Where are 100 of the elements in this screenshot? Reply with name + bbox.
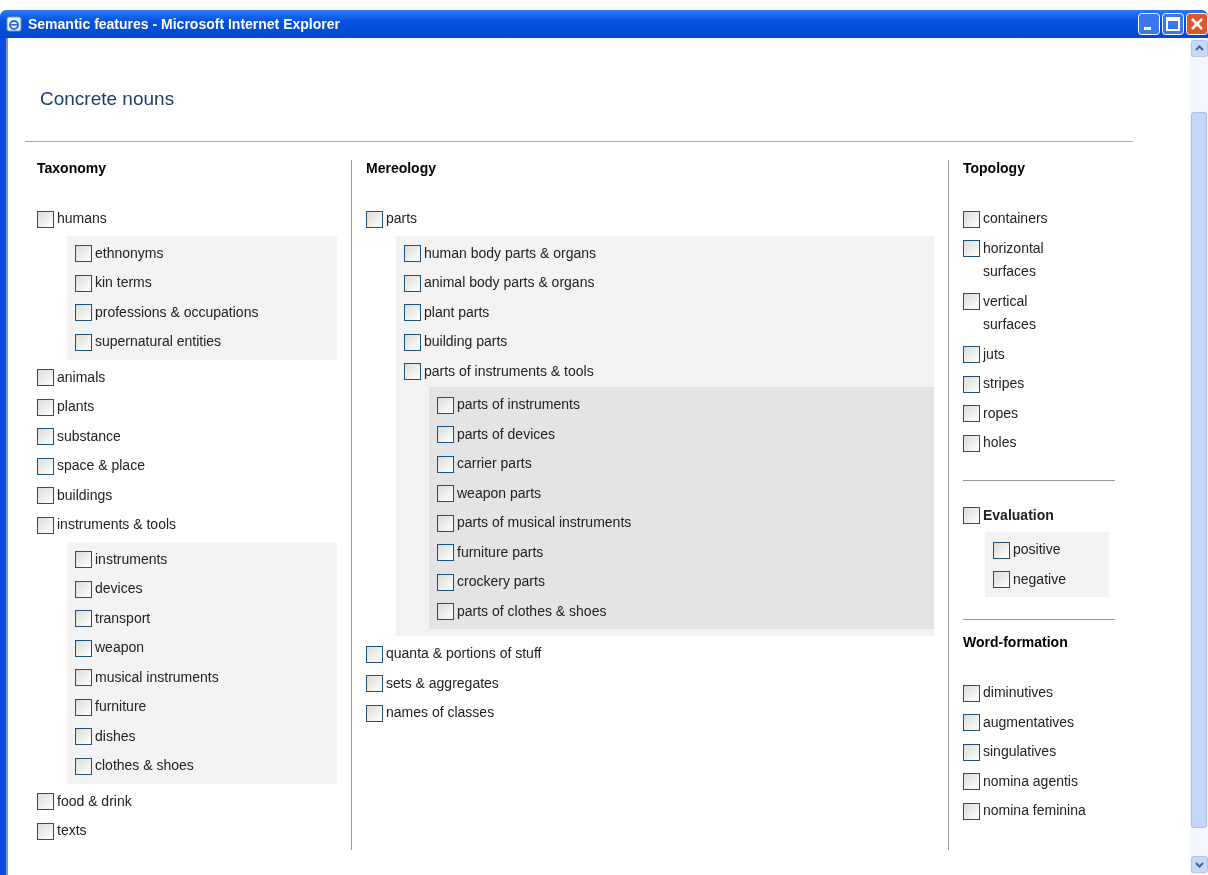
checkbox[interactable]: [75, 274, 92, 292]
checkbox-label[interactable]: names of classes: [386, 701, 495, 725]
checkbox[interactable]: [963, 240, 980, 257]
checkbox-label[interactable]: animal body parts & organs: [424, 271, 595, 295]
checkbox[interactable]: [437, 455, 454, 473]
checkbox[interactable]: [437, 396, 454, 414]
checkbox-label[interactable]: building parts: [424, 330, 508, 354]
checkbox[interactable]: [963, 375, 980, 393]
checkbox[interactable]: [75, 580, 92, 598]
checkbox-label[interactable]: containers: [983, 207, 1048, 231]
checkbox[interactable]: [37, 822, 54, 840]
checkbox-label[interactable]: human body parts & organs: [424, 241, 596, 265]
checkbox[interactable]: [963, 293, 980, 310]
checkbox-label[interactable]: augmentatives: [983, 710, 1075, 734]
checkbox-label[interactable]: parts of musical instruments: [457, 511, 632, 535]
checkbox[interactable]: [437, 485, 454, 502]
checkbox-label[interactable]: ethnonyms: [95, 241, 164, 265]
checkbox[interactable]: [993, 571, 1010, 588]
checkbox-label[interactable]: singulatives: [983, 740, 1057, 764]
checkbox-label[interactable]: humans: [57, 207, 107, 231]
checkbox[interactable]: [963, 346, 980, 363]
checkbox-label[interactable]: musical instruments: [95, 665, 219, 689]
checkbox[interactable]: [963, 405, 980, 422]
checkbox[interactable]: [963, 802, 980, 820]
checkbox[interactable]: [75, 245, 92, 262]
checkbox[interactable]: [37, 398, 54, 416]
checkbox[interactable]: [963, 684, 980, 702]
checkbox-label[interactable]: holes: [983, 431, 1017, 455]
checkbox-label[interactable]: texts: [57, 819, 87, 843]
checkbox-label[interactable]: space & place: [57, 454, 145, 478]
checkbox[interactable]: [963, 507, 980, 524]
checkbox-label[interactable]: positive: [1013, 538, 1061, 562]
checkbox-label[interactable]: parts: [386, 207, 418, 231]
checkbox[interactable]: [75, 551, 92, 568]
checkbox[interactable]: [75, 698, 92, 716]
checkbox-label[interactable]: weapon: [95, 636, 145, 660]
checkbox[interactable]: [437, 573, 454, 591]
checkbox[interactable]: [37, 487, 54, 504]
checkbox[interactable]: [993, 541, 1010, 559]
close-button[interactable]: [1186, 13, 1208, 35]
checkbox[interactable]: [75, 304, 92, 321]
checkbox-label[interactable]: quanta & portions of stuff: [386, 642, 542, 666]
checkbox-label[interactable]: devices: [95, 577, 143, 601]
scroll-thumb[interactable]: [1191, 112, 1207, 828]
checkbox[interactable]: [963, 743, 980, 761]
checkbox-label[interactable]: nomina feminina: [983, 799, 1086, 823]
checkbox-label[interactable]: substance: [57, 424, 121, 448]
checkbox[interactable]: [37, 793, 54, 810]
checkbox[interactable]: [404, 304, 421, 321]
checkbox[interactable]: [437, 426, 454, 443]
checkbox[interactable]: [963, 773, 980, 790]
checkbox[interactable]: [404, 333, 421, 351]
checkbox[interactable]: [963, 434, 980, 452]
checkbox[interactable]: [404, 274, 421, 292]
checkbox-label[interactable]: instruments & tools: [57, 513, 177, 537]
checkbox[interactable]: [404, 245, 421, 262]
checkbox-label[interactable]: sets & aggregates: [386, 671, 499, 695]
checkbox[interactable]: [37, 210, 54, 228]
checkbox-label[interactable]: parts of clothes & shoes: [457, 599, 607, 623]
checkbox-label[interactable]: supernatural entities: [95, 330, 222, 354]
checkbox-label[interactable]: plants: [57, 395, 95, 419]
checkbox-label[interactable]: furniture: [95, 695, 147, 719]
checkbox[interactable]: [75, 333, 92, 351]
checkbox[interactable]: [366, 210, 383, 228]
checkbox[interactable]: [37, 369, 54, 386]
scroll-down-button[interactable]: [1190, 856, 1208, 873]
checkbox[interactable]: [75, 757, 92, 775]
checkbox[interactable]: [366, 704, 383, 722]
checkbox-label[interactable]: transport: [95, 606, 151, 630]
checkbox[interactable]: [366, 645, 383, 663]
checkbox-label[interactable]: parts of instruments: [457, 393, 580, 417]
checkbox[interactable]: [37, 516, 54, 534]
checkbox[interactable]: [963, 210, 980, 228]
checkbox-label[interactable]: kin terms: [95, 271, 152, 295]
scroll-up-button[interactable]: [1190, 40, 1208, 57]
checkbox-label[interactable]: Evaluation: [983, 503, 1054, 527]
checkbox[interactable]: [437, 514, 454, 532]
checkbox-label[interactable]: parts of instruments & tools: [424, 359, 594, 383]
checkbox-label[interactable]: parts of devices: [457, 422, 556, 446]
checkbox[interactable]: [75, 610, 92, 627]
checkbox[interactable]: [37, 428, 54, 445]
checkbox-label[interactable]: diminutives: [983, 681, 1054, 705]
checkbox-label[interactable]: dishes: [95, 724, 136, 748]
checkbox[interactable]: [437, 603, 454, 620]
checkbox-label[interactable]: buildings: [57, 483, 113, 507]
checkbox[interactable]: [37, 457, 54, 475]
checkbox[interactable]: [437, 544, 454, 561]
checkbox-label[interactable]: carrier parts: [457, 452, 532, 476]
checkbox-label[interactable]: nomina agentis: [983, 769, 1078, 793]
minimize-button[interactable]: [1138, 13, 1160, 35]
scrollbar[interactable]: [1190, 38, 1208, 875]
checkbox-label[interactable]: furniture parts: [457, 540, 544, 564]
checkbox[interactable]: [963, 714, 980, 731]
checkbox[interactable]: [75, 728, 92, 745]
checkbox-label[interactable]: juts: [983, 342, 1005, 366]
checkbox-label[interactable]: crockery parts: [457, 570, 545, 594]
checkbox[interactable]: [75, 669, 92, 686]
checkbox[interactable]: [75, 639, 92, 657]
checkbox-label[interactable]: professions & occupations: [95, 300, 259, 324]
checkbox-label[interactable]: stripes: [983, 372, 1025, 396]
